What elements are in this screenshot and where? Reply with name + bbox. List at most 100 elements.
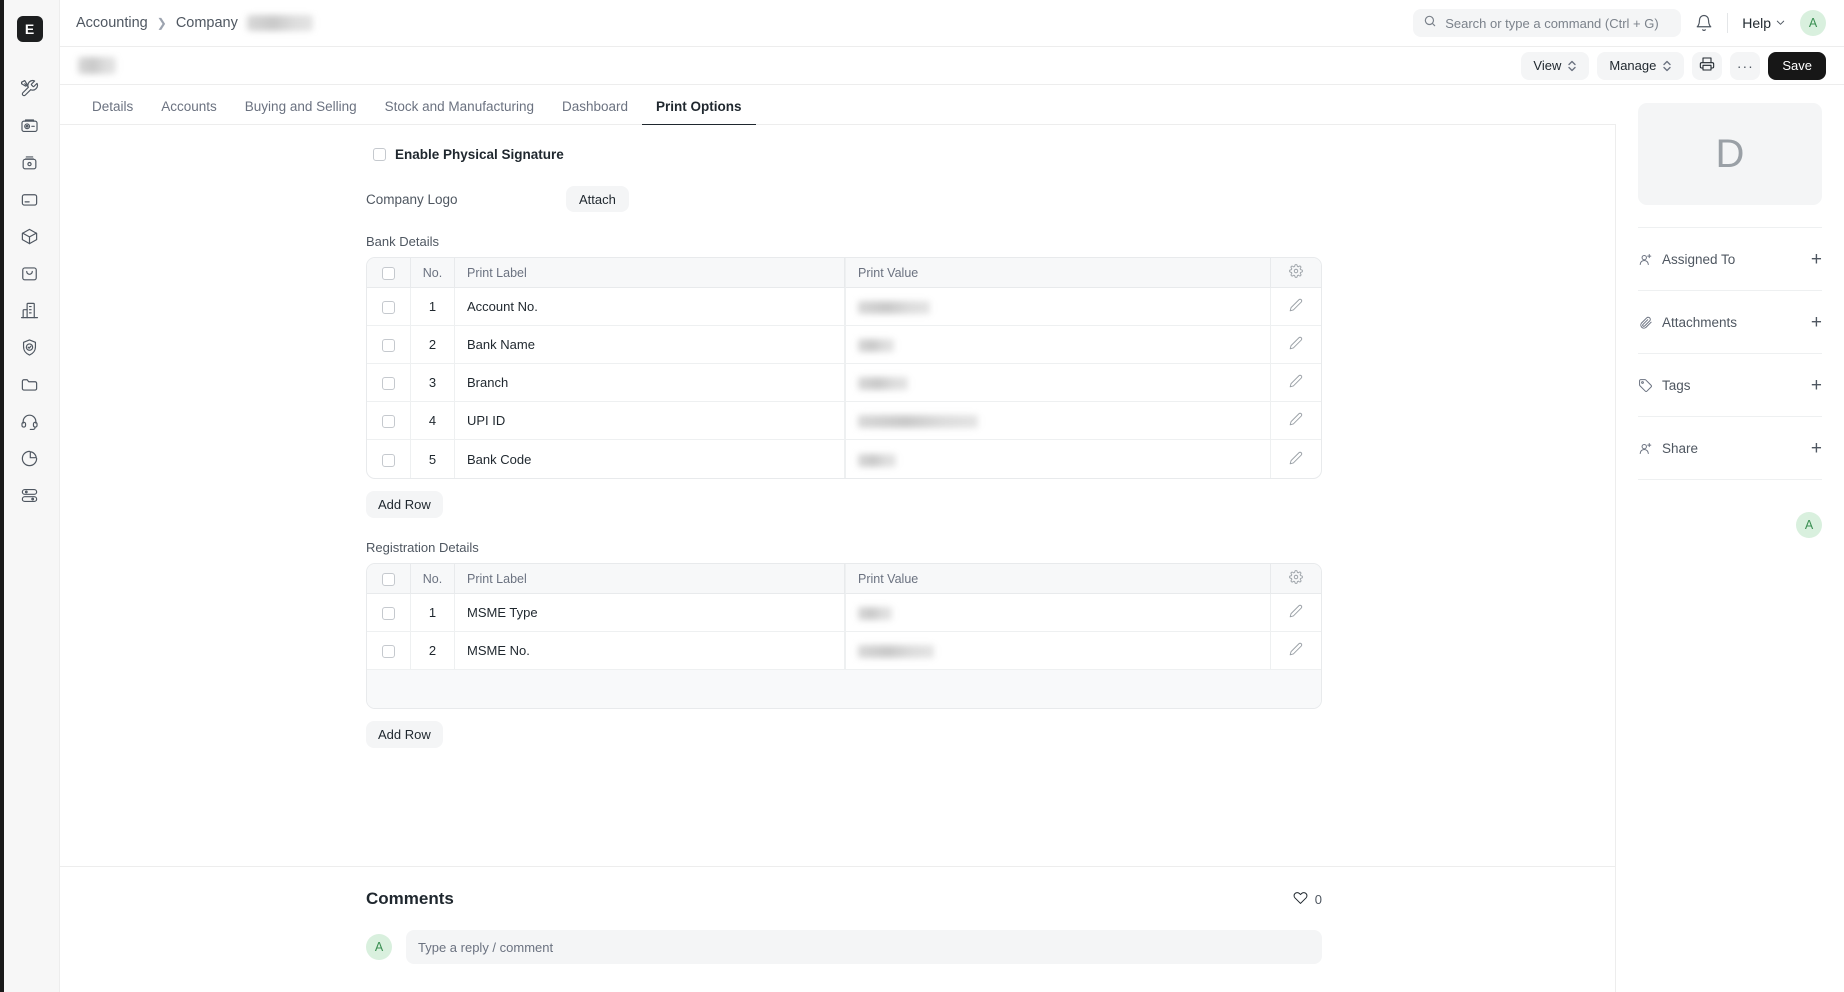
tab-print-options[interactable]: Print Options [642,99,756,125]
breadcrumb-item-accounting[interactable]: Accounting [76,15,148,31]
row-checkbox[interactable] [382,645,395,659]
row-print-label[interactable]: Bank Name [455,326,845,364]
package-icon[interactable] [12,218,48,254]
row-print-value[interactable] [845,402,1271,440]
printer-icon [1699,56,1715,75]
row-checkbox[interactable] [382,377,395,391]
tab-details[interactable]: Details [78,99,147,125]
pencil-icon[interactable] [1289,298,1303,312]
app-rail: E [0,0,60,992]
bank-details-rows: 1 Account No. 2 Bank Name 3 Branch 4 UPI… [367,288,1321,478]
building-icon[interactable] [12,292,48,328]
sidebar-item-attachments[interactable]: Attachments + [1638,290,1822,353]
tab-stock-and-manufacturing[interactable]: Stock and Manufacturing [371,99,548,125]
table-row[interactable]: 1 MSME Type [367,594,1321,632]
row-select-cell [367,440,411,478]
follower-avatar[interactable]: A [1796,511,1822,538]
select-all-checkbox[interactable] [382,266,395,280]
table-row[interactable]: 1 Account No. [367,288,1321,326]
heart-icon[interactable] [1293,890,1308,908]
tab-accounts[interactable]: Accounts [147,99,231,125]
row-print-value[interactable] [845,440,1271,478]
row-select-cell [367,326,411,364]
select-all-checkbox[interactable] [382,572,395,586]
table-row[interactable]: 3 Branch [367,364,1321,402]
row-print-label[interactable]: MSME Type [455,594,845,632]
add-tag-button[interactable]: + [1811,376,1822,395]
bell-icon[interactable] [1695,14,1713,32]
row-print-value[interactable] [845,632,1271,670]
sidebar-item-tags[interactable]: Tags + [1638,353,1822,416]
row-index: 1 [411,288,455,326]
manage-button[interactable]: Manage [1597,51,1685,80]
pencil-icon[interactable] [1289,374,1303,388]
more-options-button[interactable]: ··· [1730,51,1761,80]
row-print-label[interactable]: Bank Code [455,440,845,478]
sidebar-item-label: Share [1662,440,1699,456]
table-row[interactable]: 2 MSME No. [367,632,1321,670]
shopping-bag-icon[interactable] [12,255,48,291]
row-checkbox[interactable] [382,415,395,429]
toggles-icon[interactable] [12,477,48,513]
row-print-value[interactable] [845,364,1271,402]
save-button[interactable]: Save [1768,51,1826,80]
pie-chart-icon[interactable] [12,440,48,476]
breadcrumb-item-company[interactable]: Company [176,15,238,31]
tab-buying-and-selling[interactable]: Buying and Selling [231,99,371,125]
sidebar-item-share[interactable]: Share + [1638,416,1822,479]
help-menu[interactable]: Help [1742,15,1786,31]
row-index: 4 [411,402,455,440]
row-print-label[interactable]: UPI ID [455,402,845,440]
row-print-label[interactable]: MSME No. [455,632,845,670]
row-checkbox[interactable] [382,301,395,315]
projector-icon[interactable] [12,107,48,143]
document-thumbnail[interactable]: D [1638,103,1822,205]
pencil-icon[interactable] [1289,336,1303,350]
row-checkbox[interactable] [382,453,395,467]
main-content: Enable Physical Signature Company Logo A… [60,125,1616,992]
page-title [78,57,116,74]
row-index: 5 [411,440,455,478]
bank-details-add-row-button[interactable]: Add Row [366,491,443,518]
pencil-icon[interactable] [1289,604,1303,618]
share-button[interactable]: + [1811,439,1822,458]
row-print-label[interactable]: Branch [455,364,845,402]
pencil-icon[interactable] [1289,451,1303,465]
registration-details-add-row-button[interactable]: Add Row [366,721,443,748]
print-button[interactable] [1692,51,1723,80]
add-attachment-button[interactable]: + [1811,313,1822,332]
row-checkbox[interactable] [382,607,395,621]
camera-icon[interactable] [12,144,48,180]
add-assignment-button[interactable]: + [1811,250,1822,269]
card-icon[interactable] [12,181,48,217]
folder-icon[interactable] [12,366,48,402]
pencil-icon[interactable] [1289,412,1303,426]
enable-physical-signature-label[interactable]: Enable Physical Signature [395,147,564,162]
breadcrumb-item-redacted[interactable] [246,15,313,31]
user-avatar[interactable]: A [1800,10,1826,36]
table-row[interactable]: 5 Bank Code [367,440,1321,478]
shield-check-icon[interactable] [12,329,48,365]
row-print-label[interactable]: Account No. [455,288,845,326]
row-print-value[interactable] [845,326,1271,364]
enable-physical-signature-checkbox[interactable] [373,148,386,161]
row-index: 3 [411,364,455,402]
headset-icon[interactable] [12,403,48,439]
tab-dashboard[interactable]: Dashboard [548,99,642,125]
gear-icon[interactable] [1289,570,1303,584]
table-row[interactable]: 4 UPI ID [367,402,1321,440]
sidebar-item-assigned-to[interactable]: Assigned To + [1638,227,1822,290]
pencil-icon[interactable] [1289,642,1303,656]
comment-input[interactable]: Type a reply / comment [406,930,1322,964]
app-logo[interactable]: E [16,16,43,42]
like-control[interactable]: 0 [1293,890,1322,908]
view-button[interactable]: View [1521,51,1590,80]
row-print-value[interactable] [845,594,1271,632]
row-checkbox[interactable] [382,339,395,353]
gear-icon[interactable] [1289,264,1303,278]
tools-icon[interactable] [12,70,48,106]
search-input[interactable]: Search or type a command (Ctrl + G) [1413,9,1682,37]
row-print-value[interactable] [845,288,1271,326]
table-row[interactable]: 2 Bank Name [367,326,1321,364]
attach-logo-button[interactable]: Attach [566,186,629,212]
